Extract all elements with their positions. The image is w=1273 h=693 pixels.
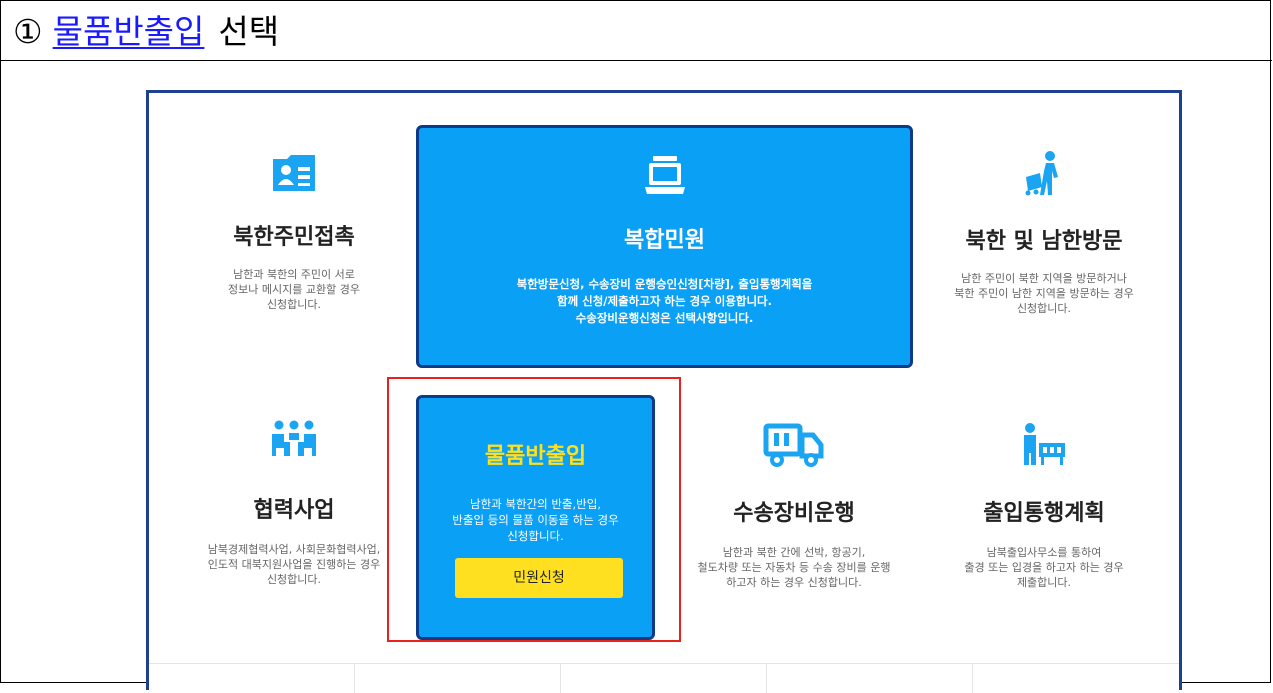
service-visit[interactable]: 북한 및 남한방문 남한 주민이 북한 지역을 방문하거나 북한 주민이 남한 … xyxy=(919,151,1169,316)
bottom-divider xyxy=(149,663,1179,664)
service-desc: 남한과 북한 간에 선박, 항공기, 철도차량 또는 자동차 등 수송 장비를 … xyxy=(669,545,919,590)
bottom-separator xyxy=(766,663,767,693)
desc-line: 제출합니다. xyxy=(1016,576,1072,589)
step-title: ① 물품반출입 선택 xyxy=(13,5,279,53)
step-suffix: 선택 xyxy=(218,12,280,51)
service-desc: 남한과 북한의 주민이 서로 정보나 메시지를 교환할 경우 신청합니다. xyxy=(169,267,419,312)
desc-line: 신청합니다. xyxy=(266,573,322,586)
step-number: ① xyxy=(13,12,43,51)
desc-line: 철도차량 또는 자동차 등 수송 장비를 운행 xyxy=(697,561,891,574)
desc-line: 하고자 하는 경우 신청합니다. xyxy=(726,576,862,589)
document-header: ① 물품반출입 선택 xyxy=(1,1,1272,61)
desc-line: 남한과 북한 간에 선박, 항공기, xyxy=(722,546,866,559)
service-desc: 남한 주민이 북한 지역을 방문하거나 북한 주민이 남한 지역을 방문하는 경… xyxy=(919,271,1169,316)
bottom-separator xyxy=(560,663,561,693)
truck-icon xyxy=(763,423,824,467)
bottom-separator xyxy=(354,663,355,693)
desc-line: 출경 또는 입경을 하고자 하는 경우 xyxy=(964,561,1124,574)
desc-line: 남북경제협력사업, 사회문화협력사업, xyxy=(207,543,381,556)
service-desc: 남북경제협력사업, 사회문화협력사업, 인도적 대북지원사업을 진행하는 경우 … xyxy=(169,542,419,587)
desc-line: 인도적 대북지원사업을 진행하는 경우 xyxy=(207,558,381,571)
desc-line: 신청합니다. xyxy=(1016,302,1072,315)
step-highlight: 물품반출입 xyxy=(52,12,205,51)
service-title: 출입통행계획 xyxy=(983,501,1105,526)
selection-highlight-box xyxy=(387,377,681,642)
id-card-icon xyxy=(273,155,315,191)
desc-line: 신청합니다. xyxy=(266,298,322,311)
desc-line: 남한과 북한의 주민이 서로 xyxy=(233,268,355,281)
service-desc: 남북출입사무소를 통하여 출경 또는 입경을 하고자 하는 경우 제출합니다. xyxy=(919,545,1169,590)
laptop-icon xyxy=(644,156,685,194)
desc-line: 수송장비운행신청은 선택사항입니다. xyxy=(575,311,754,325)
desc-line: 북한방문신청, 수송장비 운행승인신청[차량], 출입통행계획을 xyxy=(516,277,813,291)
cart-person-icon xyxy=(1024,423,1065,465)
bottom-separator xyxy=(972,663,973,693)
desc-line: 정보나 메시지를 교환할 경우 xyxy=(228,283,360,296)
service-complex[interactable]: 복합민원 북한방문신청, 수송장비 운행승인신청[차량], 출입통행계획을 함께… xyxy=(416,125,913,368)
service-contact[interactable]: 북한주민접촉 남한과 북한의 주민이 서로 정보나 메시지를 교환할 경우 신청… xyxy=(169,153,419,312)
group-icon xyxy=(272,420,316,456)
service-title: 북한 및 남한방문 xyxy=(965,229,1123,254)
service-passage[interactable]: 출입통행계획 남북출입사무소를 통하여 출경 또는 입경을 하고자 하는 경우 … xyxy=(919,423,1169,590)
traveler-icon xyxy=(1025,151,1058,196)
service-title: 수송장비운행 xyxy=(733,501,855,526)
service-desc: 북한방문신청, 수송장비 운행승인신청[차량], 출입통행계획을 함께 신청/제… xyxy=(419,276,910,327)
desc-line: 함께 신청/제출하고자 하는 경우 이용합니다. xyxy=(556,294,773,308)
desc-line: 남북출입사무소를 통하여 xyxy=(986,546,1102,559)
service-title: 북한주민접촉 xyxy=(233,225,355,250)
desc-line: 남한 주민이 북한 지역을 방문하거나 xyxy=(961,272,1127,285)
service-title: 복합민원 xyxy=(624,228,705,253)
service-transport[interactable]: 수송장비운행 남한과 북한 간에 선박, 항공기, 철도차량 또는 자동차 등 … xyxy=(669,423,919,590)
service-title: 협력사업 xyxy=(253,498,335,523)
service-cooperation[interactable]: 협력사업 남북경제협력사업, 사회문화협력사업, 인도적 대북지원사업을 진행하… xyxy=(169,420,419,587)
desc-line: 북한 주민이 남한 지역을 방문하는 경우 xyxy=(954,287,1134,300)
